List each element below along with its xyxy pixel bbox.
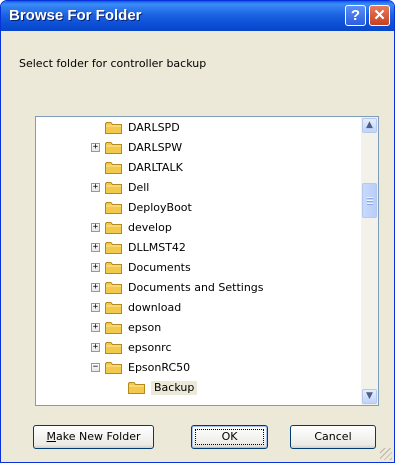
tree-item-label: EpsonRC50 — [128, 361, 191, 374]
tree-item[interactable]: + DARLSPW — [36, 138, 356, 158]
folder-icon — [105, 122, 122, 134]
title-bar[interactable]: Browse For Folder ? ✕ — [1, 1, 394, 31]
tree-item-label: Dell — [128, 181, 150, 194]
tree-item-label: epsonrc — [128, 341, 172, 354]
browse-for-folder-dialog: Browse For Folder ? ✕ Select folder for … — [0, 0, 395, 463]
folder-icon — [128, 382, 145, 394]
grip-line — [367, 200, 373, 202]
tree-item[interactable]: + DLLMST42 — [36, 238, 356, 258]
folder-icon — [105, 222, 122, 234]
focus-rect — [195, 429, 264, 445]
folder-icon — [105, 142, 122, 154]
help-icon: ? — [350, 7, 361, 24]
tree-item-label: DARLSPD — [128, 121, 180, 134]
close-button[interactable]: ✕ — [369, 5, 390, 26]
scroll-down-button[interactable]: ▼ — [362, 389, 377, 404]
folder-tree[interactable]: DARLSPD + DARLSPW DARLTALK + Dell DeployBoot + d… — [35, 116, 379, 406]
tree-item-label: Backup — [151, 381, 198, 395]
tree-item[interactable]: + Dell — [36, 178, 356, 198]
tree-item-label: epson — [128, 321, 162, 334]
tree-item[interactable]: + epsonrc — [36, 338, 356, 358]
folder-icon — [105, 322, 122, 334]
tree-item-label: DARLSPW — [128, 141, 183, 154]
expand-icon[interactable]: + — [91, 223, 100, 232]
ok-button[interactable]: OK — [191, 425, 268, 449]
make-new-folder-button[interactable]: Make New Folder — [33, 425, 154, 449]
grip-line — [367, 203, 373, 205]
folder-icon — [105, 242, 122, 254]
arrow-down-icon: ▼ — [366, 391, 373, 401]
resize-grip[interactable] — [380, 448, 392, 460]
tree-item[interactable]: + Documents — [36, 258, 356, 278]
folder-icon — [105, 182, 122, 194]
grip-line — [367, 197, 373, 199]
tree-item-label: DeployBoot — [128, 201, 192, 214]
collapse-icon[interactable]: − — [91, 363, 100, 372]
tree-item[interactable]: DARLTALK — [36, 158, 356, 178]
tree-item[interactable]: + epson — [36, 318, 356, 338]
tree-item[interactable]: − EpsonRC50 — [36, 358, 356, 378]
expand-icon[interactable]: + — [91, 183, 100, 192]
expand-icon[interactable]: + — [91, 343, 100, 352]
tree-item-label: Documents — [128, 261, 191, 274]
expand-icon[interactable]: + — [91, 263, 100, 272]
expand-icon[interactable]: + — [91, 243, 100, 252]
cancel-label: Cancel — [314, 430, 352, 443]
folder-icon — [105, 362, 122, 374]
tree-item[interactable]: + develop — [36, 218, 356, 238]
tree-item[interactable]: DeployBoot — [36, 198, 356, 218]
vertical-scrollbar[interactable]: ▲ ▼ — [361, 117, 378, 405]
help-button[interactable]: ? — [345, 5, 366, 26]
tree-item[interactable]: Backup — [36, 378, 356, 398]
close-icon: ✕ — [373, 7, 386, 24]
make-new-folder-accesskey: M — [46, 430, 57, 443]
tree-item-label: develop — [128, 221, 172, 234]
folder-icon — [105, 262, 122, 274]
tree-item[interactable]: + Documents and Settings — [36, 278, 356, 298]
expand-icon[interactable]: + — [91, 323, 100, 332]
folder-icon — [105, 162, 122, 174]
tree-item[interactable]: + download — [36, 298, 356, 318]
tree-item-label: DLLMST42 — [128, 241, 186, 254]
arrow-up-icon: ▲ — [366, 120, 373, 130]
folder-icon — [105, 282, 122, 294]
cancel-button[interactable]: Cancel — [290, 425, 376, 449]
scroll-thumb[interactable] — [362, 183, 377, 218]
folder-icon — [105, 302, 122, 314]
tree-item[interactable]: DARLSPD — [36, 118, 356, 138]
expand-icon[interactable]: + — [91, 283, 100, 292]
tree-item-label: DARLTALK — [128, 161, 183, 174]
folder-icon — [105, 202, 122, 214]
scroll-up-button[interactable]: ▲ — [362, 118, 377, 133]
tree-item-label: Documents and Settings — [128, 281, 264, 294]
window-title: Browse For Folder — [9, 7, 142, 24]
tree-item-label: download — [128, 301, 182, 314]
expand-icon[interactable]: + — [91, 143, 100, 152]
make-new-folder-label: ake New Folder — [56, 430, 141, 443]
instruction-text: Select folder for controller backup — [19, 57, 207, 70]
folder-icon — [105, 342, 122, 354]
expand-icon[interactable]: + — [91, 303, 100, 312]
